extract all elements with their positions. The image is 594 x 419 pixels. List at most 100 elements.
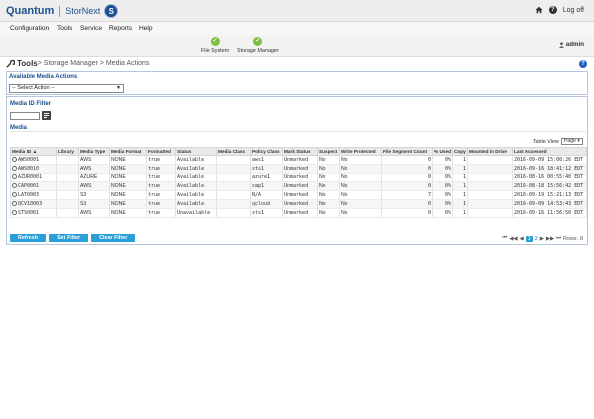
table-row[interactable]: AWS0001 AWS NONE true Available aws1 Unm… — [10, 155, 587, 165]
status-storage-manager[interactable]: ✓ Storage Manager — [237, 37, 279, 54]
fast-next-icon[interactable]: ▶▶ — [546, 236, 554, 242]
cell-status: Available — [175, 199, 217, 209]
refresh-button[interactable]: Refresh — [10, 234, 47, 242]
cell-status: Available — [175, 164, 217, 174]
menu-help[interactable]: Help — [139, 25, 153, 32]
cell-suspect: No — [317, 173, 340, 183]
table-row[interactable]: LAT0003 S3 NONE true Available N/A Unmar… — [10, 190, 587, 200]
cell-formatted: true — [146, 173, 176, 183]
cell-last-accessed: 2016-09-19 15:21:13 EDT — [512, 190, 587, 200]
cell-copy: 1 — [452, 190, 468, 200]
column-header[interactable]: Suspect — [317, 147, 340, 156]
menu-service[interactable]: Service — [80, 25, 102, 32]
cell-write-protected: No — [339, 190, 382, 200]
cell-copy: 1 — [452, 181, 468, 192]
logoff-link[interactable]: Log off — [563, 7, 584, 14]
cell-media-id[interactable]: STS0001 — [10, 208, 57, 218]
cell-policy-class: azure1 — [250, 173, 283, 183]
current-page[interactable]: 1 — [525, 235, 533, 242]
menu-configuration[interactable]: Configuration — [10, 25, 49, 32]
column-header[interactable]: File Segment Count — [381, 147, 433, 156]
table-row[interactable]: STS0001 AWS NONE true Unavailable sts1 U… — [10, 208, 587, 218]
column-header[interactable]: Last Accessed — [512, 147, 587, 156]
column-header[interactable]: Status — [175, 147, 217, 156]
row-radio[interactable] — [12, 200, 17, 206]
row-radio[interactable] — [12, 209, 17, 215]
column-header[interactable]: Media ID ▲ — [10, 147, 57, 156]
media-id-filter-input[interactable] — [10, 112, 40, 120]
column-header[interactable]: Media Class — [216, 147, 251, 156]
available-actions-panel: Available Media Actions -- Select Action… — [6, 71, 588, 95]
cell-policy-class: cap1 — [250, 181, 283, 192]
row-radio[interactable] — [12, 192, 17, 198]
cell-media-format: NONE — [109, 173, 147, 183]
fast-prev-icon[interactable]: ◀◀ — [509, 236, 517, 242]
pagination: ⏮ ◀◀ ◀ 1 2 ▶ ▶▶ ⏭ Rows: 8 — [502, 235, 583, 242]
last-page-icon[interactable]: ⏭ — [556, 235, 561, 242]
cell-segment-count: 0 — [381, 199, 433, 209]
first-page-icon[interactable]: ⏮ — [502, 235, 507, 242]
table-row[interactable]: AWS0010 AWS NONE true Available sts1 Unm… — [10, 164, 587, 174]
prev-page-icon[interactable]: ◀ — [520, 236, 524, 242]
cell-write-protected: No — [339, 164, 382, 174]
menu-reports[interactable]: Reports — [109, 25, 132, 32]
table-row[interactable]: AZUR0001 AZURE NONE true Available azure… — [10, 173, 587, 183]
cell-media-id[interactable]: AZUR0001 — [10, 173, 57, 183]
cell-mounted — [467, 181, 513, 192]
page-help-icon[interactable]: ? — [579, 60, 587, 68]
menu-tools[interactable]: Tools — [57, 25, 72, 32]
row-radio[interactable] — [12, 183, 17, 189]
table-row[interactable]: QCV10003 S3 NONE true Available qcloud U… — [10, 199, 587, 209]
cell-status: Unavailable — [175, 208, 217, 218]
breadcrumb-path: > Storage Manager > Media Actions — [37, 60, 150, 67]
cell-used: 0% — [432, 181, 453, 192]
cell-media-class — [216, 208, 251, 218]
cell-media-id[interactable]: QCV10003 — [10, 199, 57, 209]
top-bar: Quantum StorNext S ? Log off — [0, 0, 594, 22]
column-header[interactable]: Copy — [452, 147, 468, 156]
help-icon[interactable]: ? — [548, 6, 557, 14]
cell-mounted — [467, 155, 513, 165]
column-header[interactable]: Formatted — [146, 147, 176, 156]
clear-filter-button[interactable]: Clear Filter — [91, 234, 136, 242]
table-row[interactable]: CAP0001 AWS NONE true Available cap1 Unm… — [10, 181, 587, 192]
column-header[interactable]: Mark Status — [282, 147, 318, 156]
filter-icon[interactable] — [42, 111, 51, 120]
breadcrumb-root[interactable]: Tools — [17, 59, 38, 68]
status-file-system[interactable]: ✓ File System — [201, 37, 229, 54]
cell-status: Available — [175, 173, 217, 183]
logo-stornext: StorNext — [65, 6, 101, 16]
page-link[interactable]: 2 — [535, 236, 538, 242]
cell-formatted: true — [146, 190, 176, 200]
row-radio[interactable] — [12, 156, 17, 162]
cell-media-id[interactable]: AWS0001 — [10, 155, 57, 165]
cell-library — [56, 199, 79, 209]
column-header[interactable]: Library — [56, 147, 79, 156]
column-header[interactable]: Policy Class — [250, 147, 283, 156]
user-menu[interactable]: admin — [558, 41, 584, 48]
cell-media-id[interactable]: LAT0003 — [10, 190, 57, 200]
home-icon[interactable] — [535, 6, 543, 14]
column-header[interactable]: % Used — [432, 147, 453, 156]
cell-media-id[interactable]: CAP0001 — [10, 181, 57, 192]
column-header[interactable]: Write Protected — [339, 147, 382, 156]
table-view-select[interactable]: Page ▾ — [560, 138, 583, 145]
cell-status: Available — [175, 155, 217, 165]
check-icon: ✓ — [210, 37, 220, 46]
column-header[interactable]: Mounted in Drive — [467, 147, 513, 156]
cell-suspect: No — [317, 208, 340, 218]
cell-media-id[interactable]: AWS0010 — [10, 164, 57, 174]
set-filter-button[interactable]: Set Filter — [49, 234, 89, 242]
cell-mounted — [467, 190, 513, 200]
next-page-icon[interactable]: ▶ — [540, 236, 544, 242]
cell-media-format: NONE — [109, 190, 147, 200]
cell-suspect: No — [317, 164, 340, 174]
column-header[interactable]: Media Format — [109, 147, 147, 156]
action-select[interactable]: -- Select Action -- ▼ — [9, 84, 124, 93]
column-header[interactable]: Media Type — [78, 147, 110, 156]
cell-suspect: No — [317, 181, 340, 192]
cell-media-class — [216, 173, 251, 183]
row-radio[interactable] — [12, 174, 17, 180]
row-radio[interactable] — [12, 165, 17, 171]
action-select-value: -- Select Action -- — [12, 85, 55, 91]
